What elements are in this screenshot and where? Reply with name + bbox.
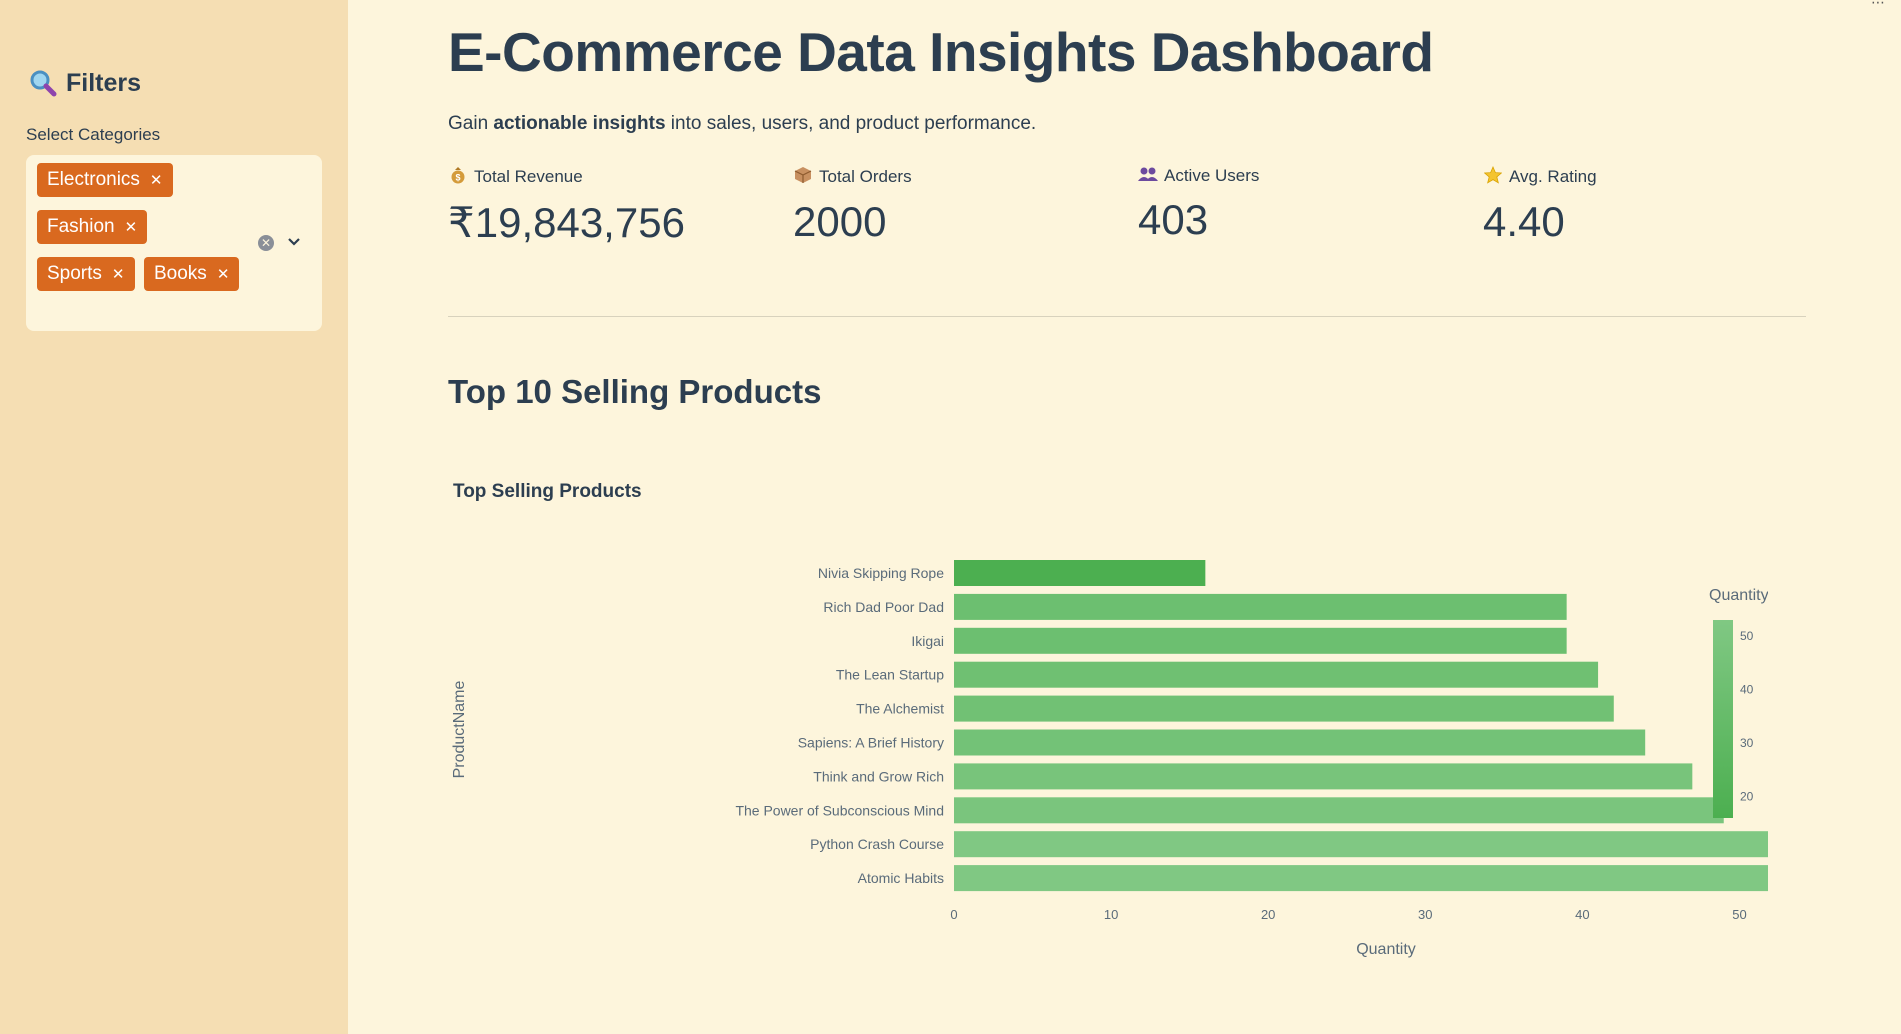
star-icon — [1483, 165, 1503, 188]
x-axis-label: Quantity — [1356, 941, 1416, 958]
colorbar-tick-label: 30 — [1740, 736, 1754, 750]
x-tick-label: 30 — [1418, 907, 1432, 922]
metric-avg-rating: Avg. Rating 4.40 — [1483, 165, 1597, 246]
bar — [954, 729, 1646, 756]
chip-label: Books — [154, 263, 207, 284]
y-tick-label: Rich Dad Poor Dad — [823, 599, 944, 615]
x-tick-label: 50 — [1732, 907, 1746, 922]
metric-label-text: Avg. Rating — [1509, 167, 1597, 186]
bar — [954, 831, 1787, 858]
bar — [954, 627, 1567, 654]
y-tick-label: The Lean Startup — [836, 667, 944, 683]
top-products-chart[interactable]: Top Selling Products Nivia Skipping Rope R… — [448, 460, 1787, 980]
sidebar: Filters Select Categories Electronics ✕ … — [0, 0, 348, 1034]
page-subtitle: Gain actionable insights into sales, use… — [448, 113, 1036, 135]
sidebar-title: Filters — [28, 68, 141, 98]
bar — [954, 593, 1567, 620]
main-content: ⋯ E-Commerce Data Insights Dashboard Gai… — [348, 0, 1901, 1034]
x-tick-label: 40 — [1575, 907, 1589, 922]
chip-electronics[interactable]: Electronics ✕ — [37, 163, 173, 197]
bar-chart-svg[interactable]: Top Selling Products Nivia Skipping Rope R… — [448, 460, 1787, 980]
users-icon — [1138, 166, 1158, 186]
money-bag-icon: $ — [448, 166, 468, 188]
y-tick-label: The Power of Subconscious Mind — [735, 802, 944, 818]
metric-label-text: Total Revenue — [474, 167, 583, 186]
chip-remove-icon[interactable]: ✕ — [150, 171, 163, 189]
filter-label: Select Categories — [26, 125, 161, 144]
bar — [954, 797, 1724, 824]
toolbar-icon[interactable]: ⋯ — [1871, 0, 1885, 11]
bar — [954, 763, 1693, 790]
x-tick-label: 20 — [1261, 907, 1275, 922]
bar — [954, 865, 1787, 892]
colorbar-tick-label: 40 — [1740, 683, 1754, 697]
chip-label: Electronics — [47, 169, 140, 190]
chip-label: Fashion — [47, 216, 115, 237]
subtitle-bold: actionable insights — [493, 113, 666, 134]
metric-active-users: Active Users 403 — [1138, 166, 1259, 244]
section-title: Top 10 Selling Products — [448, 373, 822, 410]
package-icon — [793, 166, 813, 188]
category-multiselect[interactable]: Electronics ✕ Fashion ✕ Sports ✕ Books ✕… — [26, 155, 322, 331]
y-axis-label: ProductName — [451, 680, 468, 778]
chip-fashion[interactable]: Fashion ✕ — [37, 210, 148, 244]
metric-label-text: Active Users — [1164, 166, 1260, 185]
magnifier-icon — [28, 68, 58, 98]
metric-total-revenue: $ Total Revenue ₹19,843,756 — [448, 166, 685, 247]
y-tick-label: The Alchemist — [856, 701, 944, 717]
y-tick-label: Ikigai — [911, 633, 944, 649]
page-title: E-Commerce Data Insights Dashboard — [448, 21, 1434, 83]
metric-label: Total Orders — [793, 166, 912, 188]
chip-remove-icon[interactable]: ✕ — [112, 265, 125, 283]
y-tick-label: Atomic Habits — [858, 870, 944, 886]
divider — [448, 316, 1806, 317]
metric-value: 2000 — [793, 198, 887, 245]
chip-label: Sports — [47, 263, 102, 284]
bar — [954, 661, 1599, 688]
chip-remove-icon[interactable]: ✕ — [125, 218, 138, 236]
metric-label: Avg. Rating — [1483, 165, 1597, 188]
subtitle-pre: Gain — [448, 113, 494, 134]
chip-books[interactable]: Books ✕ — [144, 257, 240, 291]
colorbar-title: Quantity — [1709, 587, 1768, 604]
y-tick-label: Sapiens: A Brief History — [798, 735, 944, 751]
svg-text:$: $ — [455, 173, 460, 183]
y-tick-label: Think and Grow Rich — [813, 768, 944, 784]
chart-title: Top Selling Products — [453, 481, 642, 502]
x-tick-label: 0 — [950, 907, 957, 922]
chip-sports[interactable]: Sports ✕ — [37, 257, 135, 291]
chevron-down-icon[interactable] — [286, 234, 302, 250]
chip-remove-icon[interactable]: ✕ — [217, 265, 230, 283]
metric-value: 4.40 — [1483, 198, 1565, 245]
metric-total-orders: Total Orders 2000 — [793, 166, 912, 246]
bar — [954, 695, 1614, 722]
y-tick-label: Python Crash Course — [810, 836, 944, 852]
colorbar-tick-label: 20 — [1740, 790, 1754, 804]
sidebar-title-text: Filters — [66, 68, 142, 97]
metric-value: ₹19,843,756 — [448, 199, 685, 246]
colorbar — [1713, 620, 1733, 818]
subtitle-post: into sales, users, and product performan… — [665, 113, 1037, 134]
metric-label: $ Total Revenue — [448, 166, 685, 188]
metric-value: 403 — [1138, 196, 1209, 243]
y-tick-label: Nivia Skipping Rope — [818, 565, 944, 581]
bar — [954, 560, 1206, 586]
colorbar-tick-label: 50 — [1740, 629, 1754, 643]
metric-label: Active Users — [1138, 166, 1259, 186]
x-tick-label: 10 — [1104, 907, 1118, 922]
clear-all-icon[interactable]: ✕ — [258, 235, 274, 251]
metric-label-text: Total Orders — [819, 167, 912, 186]
